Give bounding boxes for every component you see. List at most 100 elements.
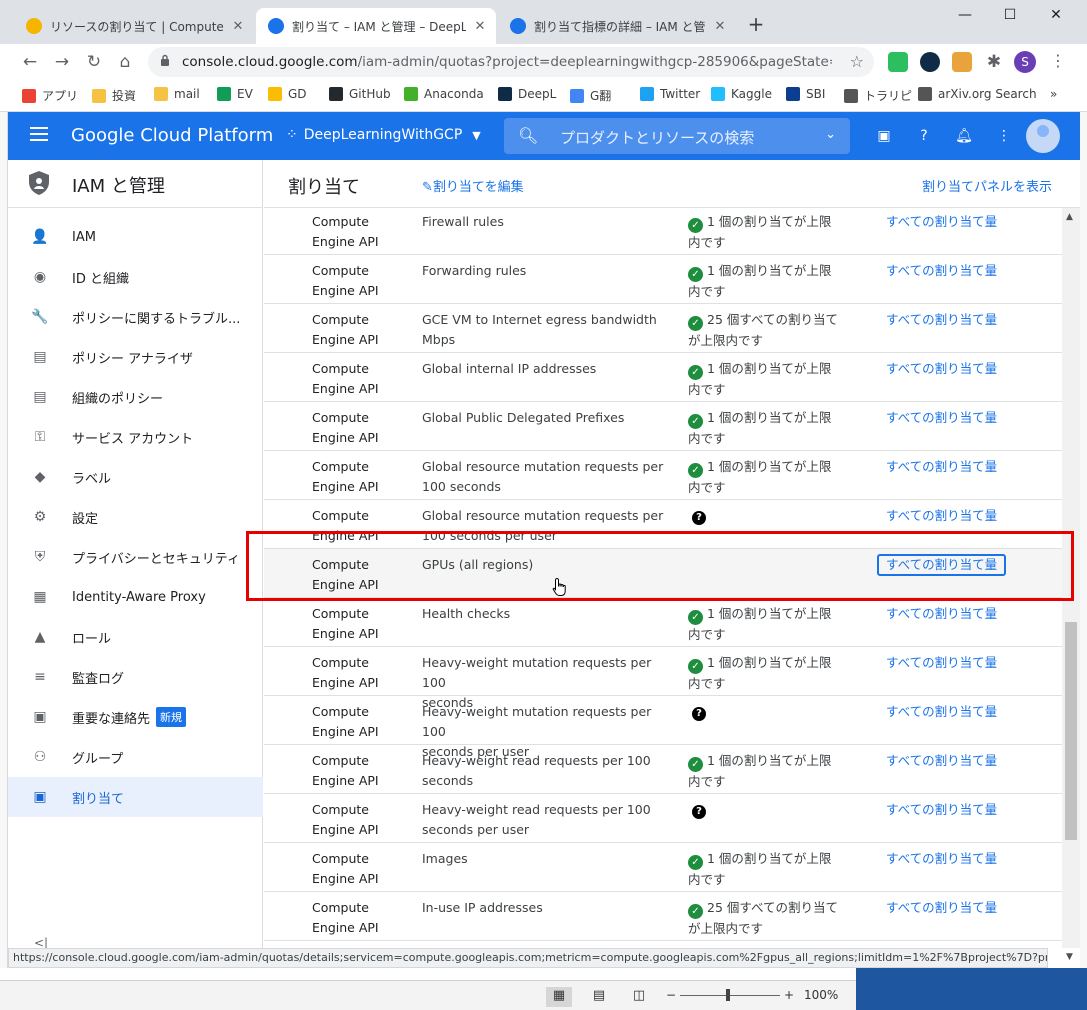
table-row[interactable]: Compute Engine API GPUs (all regions) すべての割… xyxy=(264,549,1062,598)
hexagon-extension-icon[interactable] xyxy=(920,52,940,72)
close-window-button[interactable]: ✕ xyxy=(1036,4,1076,26)
all-quotas-link[interactable]: すべての割り当て量 xyxy=(886,604,997,624)
home-icon[interactable]: ⌂ xyxy=(113,50,137,74)
scroll-down-icon[interactable]: ▼ xyxy=(1066,952,1073,962)
close-tab-icon[interactable]: ✕ xyxy=(230,19,246,34)
all-quotas-link[interactable]: すべての割り当て量 xyxy=(886,898,997,918)
table-row[interactable]: Compute Engine API Heavy-weight mutation r… xyxy=(264,696,1062,759)
back-arrow-icon[interactable]: ← xyxy=(18,50,42,74)
browser-tab-quota-metric-details[interactable]: 割り当て指標の詳細 – IAM と管理 – DeepLearningWithGC… xyxy=(498,8,736,44)
forward-arrow-icon[interactable]: → xyxy=(50,50,74,74)
bag-extension-icon[interactable] xyxy=(952,52,972,72)
sidebar-item[interactable]: ⚿ サービス アカウント xyxy=(8,417,263,457)
all-quotas-link[interactable]: すべての割り当て量 xyxy=(886,261,997,281)
table-row[interactable]: Compute Engine API Global resource mutatio… xyxy=(264,500,1062,549)
sidebar-item[interactable]: 👤 IAM xyxy=(8,217,263,257)
minimize-button[interactable]: — xyxy=(945,4,985,26)
sidebar-item[interactable]: ▣ 割り当て xyxy=(8,777,263,817)
hamburger-menu-icon[interactable] xyxy=(30,127,48,141)
all-quotas-link[interactable]: すべての割り当て量 xyxy=(886,506,997,526)
bookmark-item[interactable]: トラリピ xyxy=(844,87,912,104)
maximize-button[interactable]: ☐ xyxy=(990,4,1030,26)
all-quotas-link[interactable]: すべての割り当て量 xyxy=(886,653,997,673)
profile-avatar[interactable]: S xyxy=(1014,51,1036,73)
close-tab-icon[interactable]: ✕ xyxy=(712,19,728,34)
sidebar-item[interactable]: ⚙ 設定 xyxy=(8,497,263,537)
sidebar-item[interactable]: ⚇ グループ xyxy=(8,737,263,777)
sidebar-item[interactable]: ▲ ロール xyxy=(8,617,263,657)
evernote-extension-icon[interactable] xyxy=(888,52,908,72)
table-row[interactable]: Compute Engine API Images ✓ 1 個の割り当てが上限 内です すべ… xyxy=(264,843,1062,892)
page-layout-icon[interactable]: ▤ xyxy=(586,987,612,1007)
table-row[interactable]: Compute Engine API Global resource mutatio… xyxy=(264,451,1062,500)
cloud-shell-icon[interactable]: ▣ xyxy=(874,126,894,146)
sidebar-item[interactable]: ⛨ プライバシーとセキュリティ xyxy=(8,537,263,577)
help-icon[interactable]: ? xyxy=(914,126,934,146)
new-tab-button[interactable]: + xyxy=(745,14,767,36)
bookmark-star-icon[interactable]: ☆ xyxy=(850,52,864,71)
all-quotas-link[interactable]: すべての割り当て量 xyxy=(886,212,997,232)
project-selector[interactable]: ⁘ DeepLearningWithGCP ▼ xyxy=(286,127,481,143)
bookmark-item[interactable]: GD xyxy=(268,87,307,101)
sidebar-item[interactable]: 🔧 ポリシーに関するトラブル... xyxy=(8,297,263,337)
bookmark-item[interactable]: Kaggle xyxy=(711,87,772,101)
sidebar-item[interactable]: ◆ ラベル xyxy=(8,457,263,497)
table-row[interactable]: Compute Engine API Heavy-weight read reque… xyxy=(264,745,1062,794)
sidebar-item[interactable]: ▦ Identity-Aware Proxy xyxy=(8,577,263,617)
bookmark-item[interactable]: Anaconda xyxy=(404,87,484,101)
close-tab-icon[interactable]: ✕ xyxy=(472,19,488,34)
all-quotas-link[interactable]: すべての割り当て量 xyxy=(886,800,997,820)
zoom-slider[interactable] xyxy=(680,995,780,996)
browser-tab-compute-quota[interactable]: リソースの割り当て | Compute Engine ✕ xyxy=(14,8,254,44)
address-bar[interactable]: console.cloud.google.com/iam-admin/quota… xyxy=(148,47,874,77)
all-quotas-link[interactable]: すべての割り当て量 xyxy=(877,554,1007,576)
extensions-puzzle-icon[interactable]: ✱ xyxy=(982,50,1006,74)
browser-tab-iam-quotas[interactable]: 割り当て – IAM と管理 – DeepLearningWithGCP ✕ xyxy=(256,8,496,44)
all-quotas-link[interactable]: すべての割り当て量 xyxy=(886,702,997,722)
browser-menu-icon[interactable]: ⋮ xyxy=(1050,51,1066,70)
normal-view-icon[interactable]: ▦ xyxy=(546,987,572,1007)
bookmark-item[interactable]: GitHub xyxy=(329,87,391,101)
bookmark-item[interactable]: G翻 xyxy=(570,87,611,104)
sidebar-item[interactable]: ◉ ID と組織 xyxy=(8,257,263,297)
zoom-in-button[interactable]: + xyxy=(784,988,794,1002)
table-row[interactable]: Compute Engine API Heavy-weight read reque… xyxy=(264,794,1062,843)
account-avatar[interactable] xyxy=(1026,119,1060,153)
edit-quotas-button[interactable]: ✎割り当てを編集 xyxy=(422,176,524,195)
bookmark-item[interactable]: EV xyxy=(217,87,253,101)
bookmarks-overflow-button[interactable]: » xyxy=(1050,87,1057,101)
all-quotas-link[interactable]: すべての割り当て量 xyxy=(886,359,997,379)
zoom-out-button[interactable]: − xyxy=(666,988,676,1002)
all-quotas-link[interactable]: すべての割り当て量 xyxy=(886,849,997,869)
help-circle-icon[interactable]: ? xyxy=(692,511,706,525)
sidebar-item[interactable]: ≡ 監査ログ xyxy=(8,657,263,697)
bookmark-item[interactable]: DeepL xyxy=(498,87,556,101)
table-row[interactable]: Compute Engine API Forwarding rules ✓ 1 個の割り… xyxy=(264,255,1062,304)
bookmark-item[interactable]: アプリ xyxy=(22,87,78,104)
gcp-logo-title[interactable]: Google Cloud Platform xyxy=(71,125,273,146)
bookmark-item[interactable]: 投資 xyxy=(92,87,136,104)
reload-icon[interactable]: ↻ xyxy=(82,50,106,74)
bookmark-item[interactable]: Twitter xyxy=(640,87,700,101)
table-row[interactable]: Compute Engine API Firewall rules ✓ 1 個の割り当て… xyxy=(264,208,1062,255)
sidebar-item[interactable]: ▣ 重要な連絡先 新規 xyxy=(8,697,263,737)
chevron-down-icon[interactable]: ⌄ xyxy=(825,127,836,142)
table-row[interactable]: Compute Engine API Global Public Delegated… xyxy=(264,402,1062,451)
all-quotas-link[interactable]: すべての割り当て量 xyxy=(886,751,997,771)
all-quotas-link[interactable]: すべての割り当て量 xyxy=(886,457,997,477)
bookmark-item[interactable]: mail xyxy=(154,87,200,101)
help-circle-icon[interactable]: ? xyxy=(692,805,706,819)
table-row[interactable]: Compute Engine API Health checks ✓ 1 個の割り当てが… xyxy=(264,598,1062,647)
notifications-bell-icon[interactable]: 🔔︎ xyxy=(954,126,974,146)
scroll-up-icon[interactable]: ▲ xyxy=(1066,212,1073,222)
zoom-slider-thumb[interactable] xyxy=(726,989,730,1001)
show-info-panel-button[interactable]: 割り当てパネルを表示 xyxy=(922,176,1052,195)
all-quotas-link[interactable]: すべての割り当て量 xyxy=(886,310,997,330)
table-row[interactable]: Compute Engine API In-use IP addresses ✓ 25 … xyxy=(264,892,1062,941)
table-row[interactable]: Compute Engine API Global internal IP addr… xyxy=(264,353,1062,402)
page-break-icon[interactable]: ◫ xyxy=(626,987,652,1007)
more-vert-icon[interactable]: ⋮ xyxy=(994,126,1014,146)
bookmark-item[interactable]: arXiv.org Search xyxy=(918,87,1037,101)
all-quotas-link[interactable]: すべての割り当て量 xyxy=(886,408,997,428)
table-row[interactable]: Compute Engine API GCE VM to Internet egre… xyxy=(264,304,1062,353)
